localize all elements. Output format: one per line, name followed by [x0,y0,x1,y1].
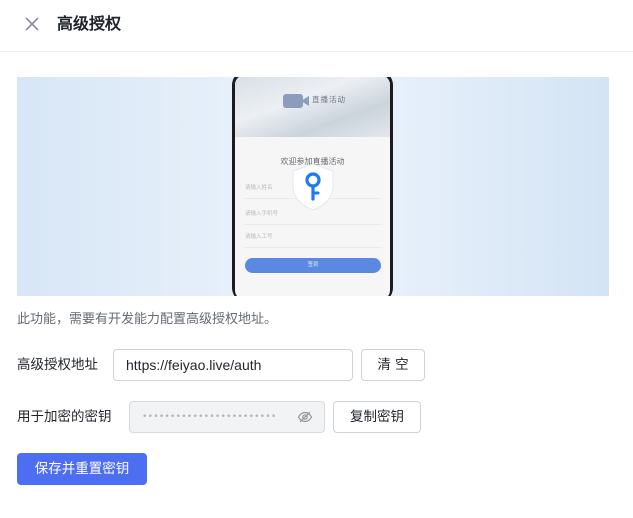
clear-button[interactable]: 清 空 [361,349,425,381]
dialog-title: 高级授权 [57,14,122,33]
shield-key-icon [292,163,334,211]
auth-illustration: 直播活动 欢迎参加直播活动 请输入姓名 请输入手机号 请输入工号 签到 [17,77,609,296]
eye-off-icon[interactable] [297,409,313,425]
auth-url-label: 高级授权地址 [17,357,98,373]
copy-key-button[interactable]: 复制密钥 [333,401,421,433]
save-reset-key-button[interactable]: 保存并重置密钥 [17,453,147,485]
secret-key-label: 用于加密的密钥 [17,409,112,425]
dialog-header: 高级授权 [0,0,633,52]
auth-url-input[interactable] [113,349,353,381]
secret-key-field[interactable]: •••••••••••••••••••••••• [129,401,325,433]
feature-description: 此功能，需要有开发能力配置高级授权地址。 [17,312,278,327]
close-icon[interactable] [21,13,43,35]
secret-key-masked-value: •••••••••••••••••••••••• [142,412,277,422]
